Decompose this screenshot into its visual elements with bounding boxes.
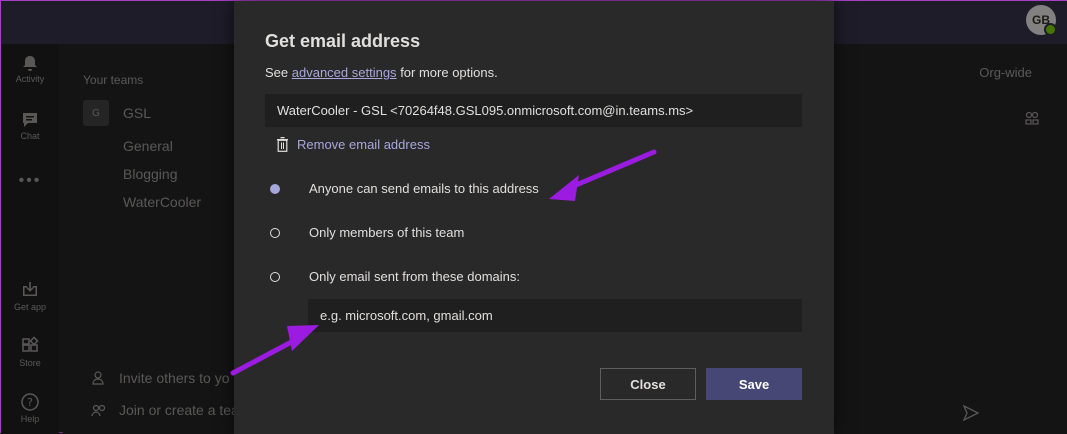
annotation-arrow-head [287, 325, 319, 351]
annotation-arrow-line [230, 335, 302, 376]
annotation-arrows [230, 149, 657, 376]
annotation-arrow-line [566, 149, 657, 191]
annotation-arrow-head [549, 175, 579, 201]
